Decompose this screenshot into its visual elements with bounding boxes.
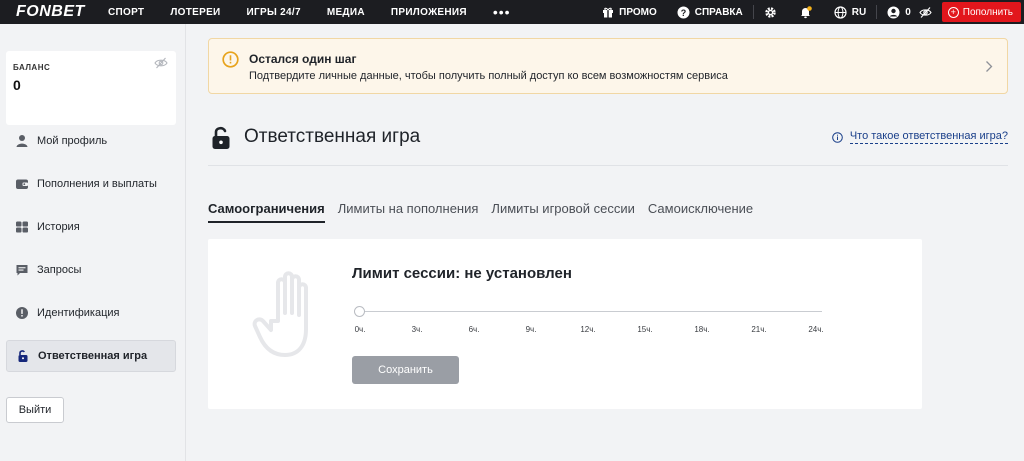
sidebar-item-label: Запросы <box>37 264 82 276</box>
session-slider-track[interactable] <box>358 311 822 312</box>
sidebar-item-profile[interactable]: Мой профиль <box>6 125 176 157</box>
sidebar-item-label: Идентификация <box>37 307 120 319</box>
save-button[interactable]: Сохранить <box>352 356 459 384</box>
logout-button[interactable]: Выйти <box>6 397 64 423</box>
plus-icon: + <box>947 6 959 18</box>
hide-balance-eye-off-icon[interactable] <box>919 6 932 19</box>
eye-off-icon[interactable] <box>154 56 168 74</box>
slider-tick-label: 3ч. <box>411 325 423 334</box>
help-button[interactable]: ? СПРАВКА <box>677 6 743 19</box>
sidebar-menu: Мой профиль Пополнения и выплаты История… <box>6 125 176 383</box>
balance-card: БАЛАНС 0 <box>6 51 176 125</box>
globe-icon <box>834 5 847 19</box>
page-title: Ответственная игра <box>244 126 421 147</box>
sidebar-item-history[interactable]: История <box>6 211 176 243</box>
header-actions: ПРОМО ? СПРАВКА RU 0 + Пополнить <box>602 0 1024 24</box>
page-header: Ответственная игра Что такое ответственн… <box>208 120 1008 166</box>
account-balance[interactable]: 0 <box>887 6 911 19</box>
bell-icon[interactable] <box>799 5 812 19</box>
sidebar-item-label: Пополнения и выплаты <box>37 178 157 190</box>
nav-lotteries[interactable]: ЛОТЕРЕИ <box>170 7 220 18</box>
sidebar-item-label: Ответственная игра <box>38 350 148 362</box>
promo-button[interactable]: ПРОМО <box>602 6 657 18</box>
slider-tick-label: 15ч. <box>637 325 653 334</box>
settings-gear-icon[interactable] <box>764 6 777 19</box>
user-circle-icon <box>887 6 900 19</box>
nav-games[interactable]: ИГРЫ 24/7 <box>247 7 301 18</box>
slider-tick-label: 21ч. <box>751 325 767 334</box>
divider <box>876 5 878 19</box>
top-header: FONBET СПОРТ ЛОТЕРЕИ ИГРЫ 24/7 МЕДИА ПРИ… <box>0 0 1024 24</box>
nav-media[interactable]: МЕДИА <box>327 7 365 18</box>
slider-tick-label: 9ч. <box>525 325 537 334</box>
svg-text:?: ? <box>681 8 687 18</box>
tabs: Самоограничения Лимиты на пополнения Лим… <box>208 201 766 223</box>
tab-deposit-limits[interactable]: Лимиты на пополнения <box>338 201 479 223</box>
sidebar: БАЛАНС 0 Мой профиль Пополнения и выплат… <box>0 24 186 461</box>
hand-stop-icon <box>246 265 316 362</box>
session-limit-title: Лимит сессии: не установлен <box>352 265 572 282</box>
lock-icon <box>15 348 31 364</box>
nav-apps[interactable]: ПРИЛОЖЕНИЯ <box>391 7 467 18</box>
balance-value: 0 <box>13 77 21 93</box>
alert-icon <box>14 305 30 321</box>
history-icon <box>14 219 30 235</box>
language-selector[interactable]: RU <box>834 5 866 19</box>
user-icon <box>14 133 30 149</box>
session-slider-thumb[interactable] <box>354 306 365 317</box>
sidebar-item-requests[interactable]: Запросы <box>6 254 176 286</box>
sidebar-item-responsible-gaming[interactable]: Ответственная игра <box>6 340 176 372</box>
slider-tick-label: 6ч. <box>468 325 480 334</box>
balance-label: БАЛАНС <box>13 63 51 72</box>
sidebar-item-payments[interactable]: Пополнения и выплаты <box>6 168 176 200</box>
session-limit-card: Лимит сессии: не установлен 0ч. 3ч. 6ч. 9ч.… <box>208 239 922 409</box>
wallet-icon <box>14 176 30 192</box>
sidebar-item-identification[interactable]: Идентификация <box>6 297 176 329</box>
sidebar-item-label: Мой профиль <box>37 135 108 147</box>
tab-self-restrictions[interactable]: Самоограничения <box>208 201 325 223</box>
unlock-icon <box>210 125 232 156</box>
slider-tick-label: 18ч. <box>694 325 710 334</box>
fonbet-logo[interactable]: FONBET <box>16 3 108 21</box>
question-icon: ? <box>677 6 690 19</box>
chat-icon <box>14 262 30 278</box>
responsible-gaming-help-link[interactable]: Что такое ответственная игра? <box>832 130 1008 144</box>
slider-tick-label: 12ч. <box>580 325 596 334</box>
sidebar-item-label: История <box>37 221 80 233</box>
more-icon[interactable]: ••• <box>493 5 511 19</box>
info-icon <box>832 131 843 143</box>
main-nav: СПОРТ ЛОТЕРЕИ ИГРЫ 24/7 МЕДИА ПРИЛОЖЕНИЯ… <box>108 5 511 19</box>
notice-title: Остался один шаг <box>249 52 357 66</box>
divider <box>752 5 754 19</box>
chevron-right-icon[interactable] <box>985 60 993 78</box>
notice-text: Подтвердите личные данные, чтобы получит… <box>249 70 728 82</box>
tab-session-limits[interactable]: Лимиты игровой сессии <box>491 201 634 223</box>
topup-button[interactable]: + Пополнить <box>941 2 1021 22</box>
warning-icon <box>222 51 239 73</box>
slider-tick-label: 24ч. <box>808 325 824 334</box>
gift-icon <box>602 6 614 18</box>
verification-notice[interactable]: Остался один шаг Подтвердите личные данн… <box>208 38 1008 94</box>
nav-sport[interactable]: СПОРТ <box>108 7 144 18</box>
slider-tick-label: 0ч. <box>354 325 366 334</box>
tab-self-exclusion[interactable]: Самоисключение <box>648 201 753 223</box>
